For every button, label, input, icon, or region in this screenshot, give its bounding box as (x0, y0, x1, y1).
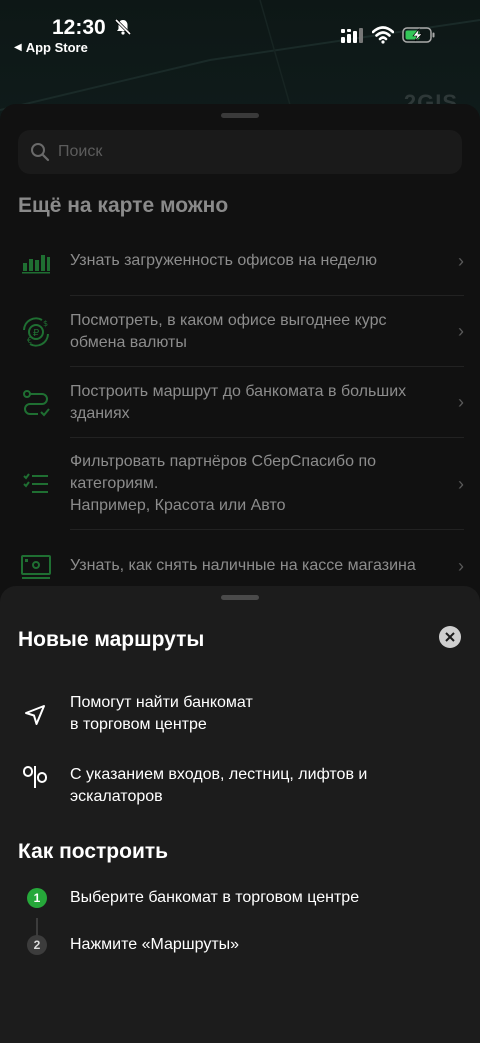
sheet-title: Новые маршруты (18, 628, 205, 651)
section-title: Ещё на карте можно (18, 194, 229, 217)
wifi-icon (372, 26, 394, 44)
svg-text:$: $ (43, 319, 48, 328)
step-text: Нажмите «Маршруты» (70, 936, 240, 953)
back-to-app-store[interactable]: ◀ App Store (14, 40, 88, 55)
close-button[interactable] (439, 626, 461, 648)
close-icon (445, 632, 455, 642)
map-features-sheet: Ещё на карте можно Узнать загруженность … (0, 104, 480, 624)
chevron-right-icon: › (458, 321, 464, 341)
bell-muted-icon (114, 18, 132, 36)
list-item-text: Узнать, как снять наличные на кассе мага… (70, 557, 416, 574)
cellular-signal-icon (341, 28, 363, 43)
battery-charging-icon (402, 27, 435, 43)
search-bar[interactable] (18, 130, 462, 174)
filter-list-icon (23, 473, 48, 493)
step-number-badge: 2 (27, 935, 47, 955)
list-item-text: Фильтровать партнёров СберСпасибо по кат… (70, 453, 376, 514)
step-text: Выберите банкомат в торговом центре (70, 889, 360, 906)
sheet-grabber[interactable] (221, 595, 259, 600)
signpost-icon (23, 766, 47, 788)
search-icon (31, 143, 50, 162)
svg-text:₽: ₽ (33, 328, 40, 339)
new-routes-sheet: Новые маршруты Помогут найти банкомат в … (0, 586, 480, 1043)
list-item[interactable]: Построить маршрут до банкомата в больших… (0, 367, 480, 438)
list-item[interactable]: Узнать загруженность офисов на неделю › (0, 226, 480, 296)
list-item[interactable]: ₽ € $ Посмотреть, в каком офисе выгоднее… (0, 296, 480, 367)
navigation-arrow-icon (25, 705, 45, 725)
feature-text: Помогут найти банкомат в торговом центре (70, 694, 253, 733)
status-bar: 12:30 ◀ App Store (0, 0, 480, 60)
sheet-grabber[interactable] (221, 113, 259, 118)
step-number-badge: 1 (27, 888, 47, 908)
chevron-right-icon: › (458, 392, 464, 412)
chevron-right-icon: › (458, 473, 464, 494)
route-icon (23, 389, 50, 416)
list-item[interactable]: Фильтровать партнёров СберСпасибо по кат… (0, 438, 480, 530)
search-input[interactable] (58, 143, 418, 161)
bar-chart-icon (22, 255, 50, 274)
back-app-label: App Store (25, 40, 88, 55)
cash-register-icon (21, 555, 51, 579)
list-item-text: Посмотреть, в каком офисе выгоднее курс … (70, 311, 387, 351)
back-triangle-icon: ◀ (14, 42, 22, 53)
how-to-title: Как построить (18, 840, 169, 863)
chevron-right-icon: › (458, 250, 464, 271)
feature-list: Узнать загруженность офисов на неделю › … (0, 226, 480, 602)
svg-text:€: € (27, 336, 32, 345)
feature-text: С указанием входов, лестниц, лифтов и эс… (70, 766, 368, 805)
list-item-text: Узнать загруженность офисов на неделю (70, 252, 377, 269)
chevron-right-icon: › (458, 555, 464, 576)
status-time: 12:30 (52, 16, 106, 39)
currency-exchange-icon: ₽ € $ (23, 316, 49, 347)
list-item-text: Построить маршрут до банкомата в больших… (70, 382, 407, 422)
step-connector (36, 918, 38, 936)
